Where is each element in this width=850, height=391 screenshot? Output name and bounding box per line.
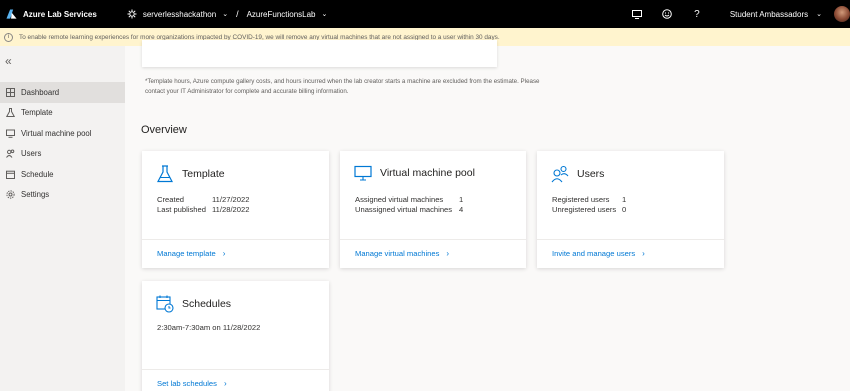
users-icon xyxy=(6,149,15,159)
users-icon xyxy=(551,165,569,183)
cost-note: *Template hours, Azure compute gallery c… xyxy=(145,78,540,95)
sidebar-item-label: Template xyxy=(21,108,53,118)
manage-virtual-machines-link[interactable]: Manage virtual machines › xyxy=(355,249,449,258)
breadcrumb-separator: / xyxy=(236,9,239,19)
main-content: *Template hours, Azure compute gallery c… xyxy=(125,40,850,391)
sidebar-item-dashboard[interactable]: Dashboard xyxy=(0,82,125,103)
sidebar-item-virtual-machine-pool[interactable]: Virtual machine pool xyxy=(0,123,125,144)
cost-estimate-card xyxy=(142,40,497,67)
sidebar-item-label: Schedule xyxy=(21,169,54,179)
overview-title: Overview xyxy=(141,124,187,136)
link-label: Invite and manage users xyxy=(552,249,636,258)
sidebar: « Dashboard Template Virtual machine poo… xyxy=(0,46,125,391)
row-label: Last published xyxy=(157,205,206,215)
smiley-icon[interactable] xyxy=(652,9,682,19)
sidebar-item-settings[interactable]: Settings xyxy=(0,185,125,206)
sidebar-item-label: Virtual machine pool xyxy=(21,128,92,138)
link-label: Manage virtual machines xyxy=(355,249,440,258)
double-chevron-left-icon[interactable]: « xyxy=(5,54,12,68)
users-card: Users Registered users 1 Unregistered use… xyxy=(537,151,724,268)
vm-pool-card: Virtual machine pool Assigned virtual ma… xyxy=(340,151,526,268)
card-title: Template xyxy=(182,168,225,180)
row-label: Unregistered users xyxy=(552,205,617,215)
sidebar-item-template[interactable]: Template xyxy=(0,103,125,124)
row-value: 1 xyxy=(459,194,464,204)
lab-plan-icon xyxy=(127,9,137,19)
row-value: 4 xyxy=(459,205,464,215)
row-value: 11/27/2022 xyxy=(212,194,250,204)
chevron-right-icon: › xyxy=(642,249,645,258)
row-label: Assigned virtual machines xyxy=(355,194,444,204)
flask-icon xyxy=(6,108,15,118)
row-label: Registered users xyxy=(552,194,610,204)
help-icon[interactable]: ? xyxy=(682,9,712,20)
schedule-text: 2:30am-7:30am on 11/28/2022 xyxy=(157,323,261,332)
chevron-right-icon: › xyxy=(223,379,227,388)
set-lab-schedules-link[interactable]: Set lab schedules › xyxy=(157,379,227,388)
monitor-icon xyxy=(6,129,15,138)
chevron-down-icon[interactable]: ⌄ xyxy=(816,10,822,18)
lab-plan-name: serverlesshackathon xyxy=(142,9,217,19)
flask-icon xyxy=(157,165,173,183)
chevron-down-icon: ⌄ xyxy=(321,11,328,18)
card-title: Schedules xyxy=(182,298,232,310)
chevron-down-icon: ⌄ xyxy=(222,11,229,18)
sidebar-item-label: Users xyxy=(21,149,42,159)
calendar-clock-icon xyxy=(156,295,174,313)
schedules-card: Schedules 2:30am-7:30am on 11/28/2022 Se… xyxy=(142,281,329,391)
calendar-icon xyxy=(6,170,15,179)
link-label: Manage template xyxy=(157,249,216,258)
card-title: Virtual machine pool xyxy=(380,167,475,179)
sidebar-item-label: Settings xyxy=(21,190,50,200)
chevron-right-icon: › xyxy=(446,249,450,258)
avatar[interactable] xyxy=(834,6,850,22)
lab-plan-selector[interactable]: serverlesshackathon ⌄ xyxy=(127,9,228,19)
info-icon: i xyxy=(4,32,13,42)
row-label: Created xyxy=(157,194,185,204)
row-value: 1 xyxy=(622,194,627,204)
azure-logo-icon xyxy=(6,8,17,19)
lab-name: AzureFunctionsLab xyxy=(246,9,316,19)
invite-and-manage-users-link[interactable]: Invite and manage users › xyxy=(552,249,645,258)
template-card: Template Created 11/27/2022 Last publishe… xyxy=(142,151,329,268)
sidebar-nav: Dashboard Template Virtual machine pool … xyxy=(0,82,125,205)
gear-icon xyxy=(6,190,15,199)
lab-selector[interactable]: AzureFunctionsLab ⌄ xyxy=(247,10,328,19)
top-bar: Azure Lab Services serverlesshackathon ⌄… xyxy=(0,0,850,28)
row-value: 11/28/2022 xyxy=(212,205,250,215)
link-label: Set lab schedules xyxy=(157,379,217,388)
sidebar-item-schedule[interactable]: Schedule xyxy=(0,164,125,185)
chevron-right-icon: › xyxy=(222,249,226,258)
sidebar-item-label: Dashboard xyxy=(21,87,60,97)
row-label: Unassigned virtual machines xyxy=(355,205,453,215)
app-name: Azure Lab Services xyxy=(23,9,97,19)
user-name[interactable]: Student Ambassadors xyxy=(730,10,808,19)
card-title: Users xyxy=(577,168,605,180)
row-value: 0 xyxy=(622,205,627,215)
monitor-icon xyxy=(354,165,372,181)
manage-template-link[interactable]: Manage template › xyxy=(157,249,225,258)
brand[interactable]: Azure Lab Services xyxy=(0,0,97,28)
dashboard-icon xyxy=(6,87,15,97)
sidebar-item-users[interactable]: Users xyxy=(0,144,125,165)
monitor-icon[interactable] xyxy=(622,9,652,19)
